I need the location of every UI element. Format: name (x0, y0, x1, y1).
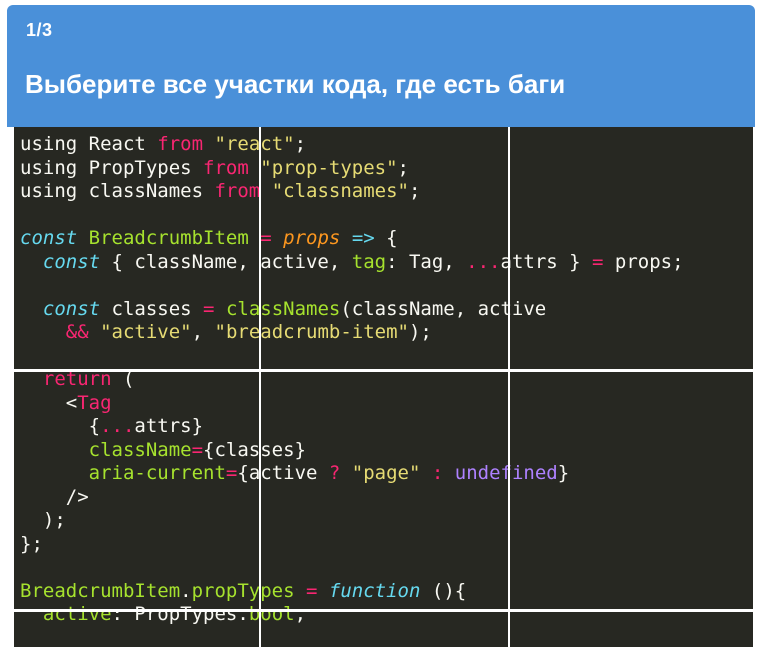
code-cell-3-1[interactable] (14, 612, 259, 647)
grid-line-vertical (753, 127, 755, 647)
code-cell-3-2[interactable] (261, 612, 508, 647)
quiz-card: 1/3 Выберите все участки кода, где есть … (7, 5, 755, 647)
code-cell-2-1[interactable] (14, 372, 259, 609)
code-cell-2-2[interactable] (261, 372, 508, 609)
question-header: 1/3 Выберите все участки кода, где есть … (7, 5, 755, 127)
question-title: Выберите все участки кода, где есть баги (25, 69, 566, 99)
question-counter: 1/3 (26, 20, 53, 40)
code-cell-1-2[interactable] (261, 127, 508, 369)
code-cell-3-3[interactable] (510, 612, 753, 647)
code-cell-1-1[interactable] (14, 127, 259, 369)
code-cell-2-3[interactable] (510, 372, 753, 609)
code-cell-1-3[interactable] (510, 127, 753, 369)
code-grid: using React from "react"; using PropTypes… (12, 127, 755, 647)
